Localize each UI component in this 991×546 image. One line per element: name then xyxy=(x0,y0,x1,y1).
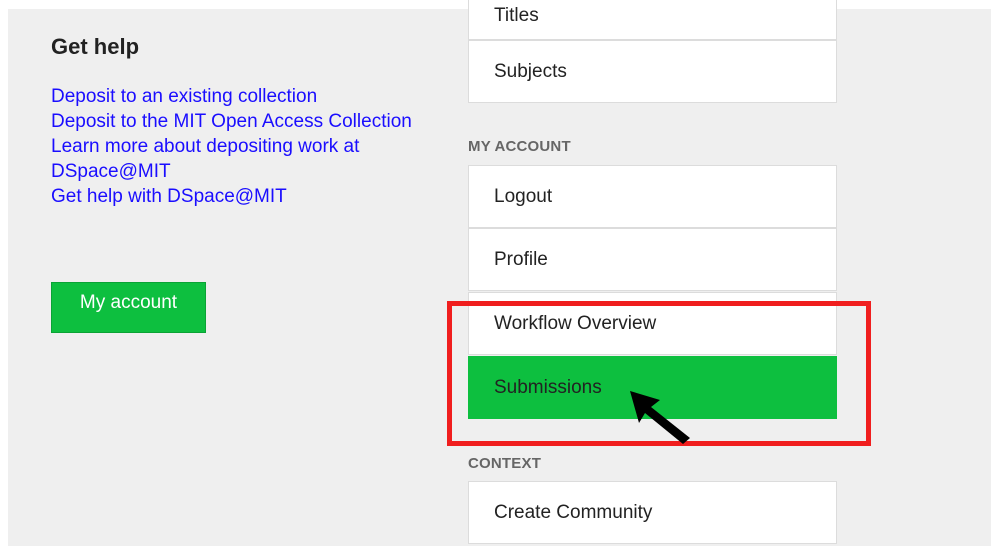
help-link-learn-more[interactable]: Learn more about depositing work at DSpa… xyxy=(51,134,431,184)
help-link-deposit-existing[interactable]: Deposit to an existing collection xyxy=(51,84,431,109)
nav-item-titles[interactable]: Titles xyxy=(468,0,837,40)
my-account-section-heading: MY ACCOUNT xyxy=(468,138,571,155)
help-link-deposit-open-access[interactable]: Deposit to the MIT Open Access Collectio… xyxy=(51,109,431,134)
my-account-button[interactable]: My account xyxy=(51,282,206,333)
nav-item-workflow-overview[interactable]: Workflow Overview xyxy=(468,292,837,355)
nav-item-submissions-label: Submissions xyxy=(494,377,602,398)
nav-item-subjects[interactable]: Subjects xyxy=(468,40,837,103)
nav-item-subjects-label: Subjects xyxy=(494,61,567,82)
nav-item-create-community[interactable]: Create Community xyxy=(468,481,837,544)
nav-item-profile[interactable]: Profile xyxy=(468,228,837,291)
nav-item-submissions[interactable]: Submissions xyxy=(468,356,837,419)
nav-item-profile-label: Profile xyxy=(494,249,548,270)
nav-item-workflow-overview-label: Workflow Overview xyxy=(494,313,657,334)
get-help-heading: Get help xyxy=(51,34,140,59)
my-account-button-label: My account xyxy=(79,292,178,313)
nav-item-titles-label: Titles xyxy=(494,5,539,26)
help-links-list: Deposit to an existing collection Deposi… xyxy=(51,84,431,209)
nav-item-logout[interactable]: Logout xyxy=(468,165,837,228)
help-link-get-help[interactable]: Get help with DSpace@MIT xyxy=(51,184,431,209)
context-section-heading: CONTEXT xyxy=(468,455,542,472)
nav-item-create-community-label: Create Community xyxy=(494,502,653,523)
nav-item-logout-label: Logout xyxy=(494,186,553,207)
